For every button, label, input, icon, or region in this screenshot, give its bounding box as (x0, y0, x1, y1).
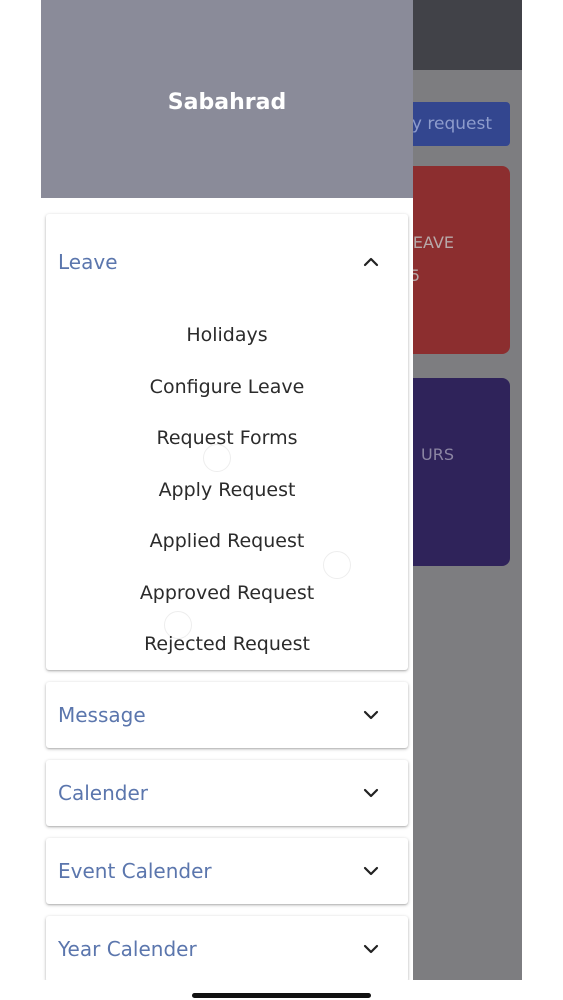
calender-section-title: Calender (58, 781, 148, 805)
touch-ripple (203, 444, 231, 472)
leave-section-header[interactable]: Leave (46, 228, 408, 296)
menu-item-configure-leave[interactable]: Configure Leave (46, 376, 408, 398)
menu-item-request-forms[interactable]: Request Forms (46, 427, 408, 449)
chevron-down-icon (362, 784, 380, 802)
leave-section-title: Leave (58, 250, 118, 274)
message-section-title: Message (58, 703, 146, 727)
message-section[interactable]: Message (46, 682, 408, 748)
touch-ripple (164, 611, 192, 639)
year-calender-section[interactable]: Year Calender (46, 916, 408, 980)
chevron-down-icon (362, 940, 380, 958)
calender-section[interactable]: Calender (46, 760, 408, 826)
chevron-down-icon (362, 862, 380, 880)
username: Sabahrad (167, 90, 287, 115)
menu-item-rejected-request[interactable]: Rejected Request (46, 633, 408, 655)
menu-item-approved-request[interactable]: Approved Request (46, 582, 408, 604)
drawer-header: Sabahrad (41, 0, 413, 198)
message-section-header[interactable]: Message (46, 682, 408, 750)
event-calender-section-header[interactable]: Event Calender (46, 838, 408, 906)
leave-card-title: EAVE (412, 233, 454, 252)
hours-card-title: URS (421, 445, 454, 464)
event-calender-section-title: Event Calender (58, 859, 212, 883)
menu-item-apply-request[interactable]: Apply Request (46, 479, 408, 501)
year-calender-section-header[interactable]: Year Calender (46, 916, 408, 980)
event-calender-section[interactable]: Event Calender (46, 838, 408, 904)
chevron-up-icon (362, 253, 380, 271)
chevron-down-icon (362, 706, 380, 724)
menu-item-holidays[interactable]: Holidays (46, 324, 408, 346)
year-calender-section-title: Year Calender (58, 937, 197, 961)
touch-ripple (323, 551, 351, 579)
menu-item-applied-request[interactable]: Applied Request (46, 530, 408, 552)
home-indicator (192, 993, 371, 998)
leave-section: Leave Holidays Configure Leave Request F… (46, 214, 408, 670)
navigation-drawer: Sabahrad Leave Holidays Configure Leave … (41, 0, 413, 980)
calender-section-header[interactable]: Calender (46, 760, 408, 828)
